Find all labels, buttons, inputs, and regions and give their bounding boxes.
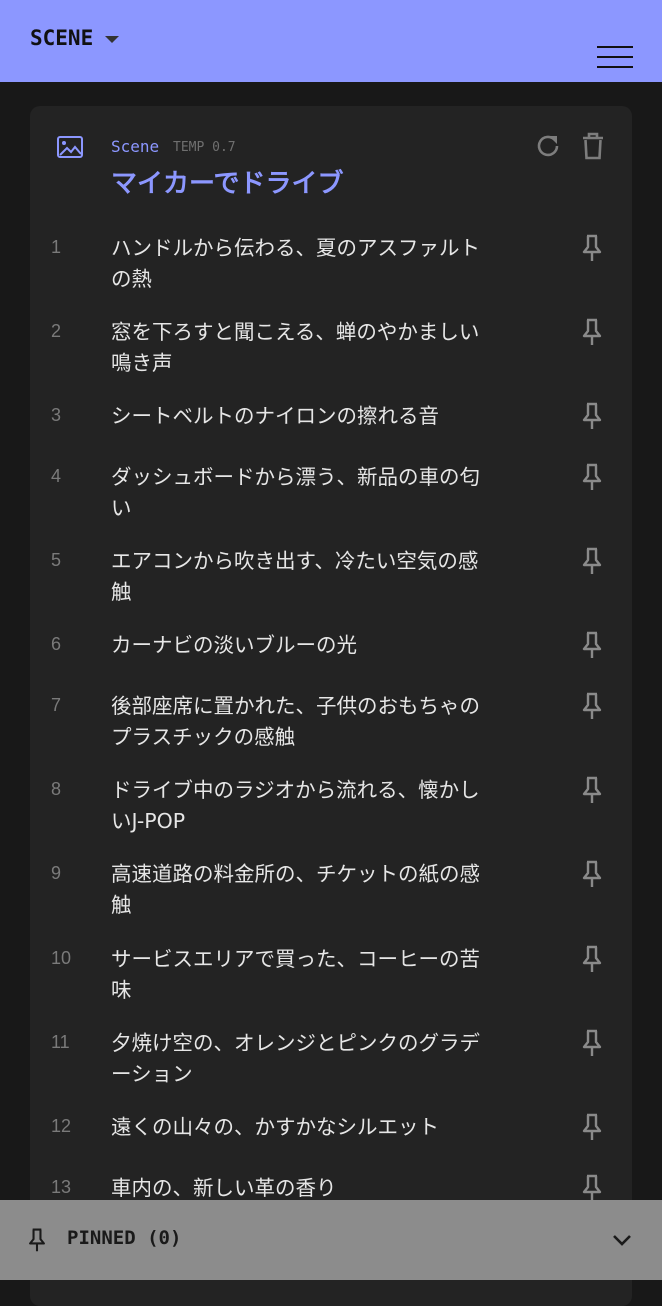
top-bar: SCENE bbox=[0, 0, 662, 82]
pin-icon bbox=[29, 1228, 45, 1252]
pin-icon[interactable] bbox=[577, 401, 607, 431]
pin-icon[interactable] bbox=[577, 944, 607, 974]
trash-icon[interactable] bbox=[578, 131, 608, 161]
scene-dropdown[interactable]: SCENE bbox=[30, 26, 120, 50]
pin-icon[interactable] bbox=[577, 546, 607, 576]
item-number: 4 bbox=[51, 466, 62, 486]
item-text: 夕焼け空の、オレンジとピンクのグラデーション bbox=[111, 1031, 480, 1086]
pinned-count-label: PINNED (0) bbox=[67, 1227, 182, 1249]
item-text: ダッシュボードから漂う、新品の車の匂い bbox=[111, 465, 480, 520]
item-number: 6 bbox=[51, 634, 62, 654]
pin-icon[interactable] bbox=[577, 233, 607, 263]
item-text: 遠くの山々の、かすかなシルエット bbox=[111, 1115, 439, 1139]
item-number: 5 bbox=[51, 550, 62, 570]
chevron-down-icon bbox=[613, 1235, 631, 1246]
pin-icon[interactable] bbox=[577, 630, 607, 660]
pin-icon[interactable] bbox=[577, 1173, 607, 1203]
pin-icon[interactable] bbox=[577, 775, 607, 805]
item-number: 9 bbox=[51, 863, 62, 883]
pin-icon[interactable] bbox=[577, 691, 607, 721]
item-text: シートベルトのナイロンの擦れる音 bbox=[111, 404, 439, 428]
item-number: 2 bbox=[51, 321, 62, 341]
item-text: エアコンから吹き出す、冷たい空気の感触 bbox=[111, 549, 479, 604]
pin-icon[interactable] bbox=[577, 1112, 607, 1142]
item-number: 8 bbox=[51, 779, 62, 799]
item-number: 11 bbox=[51, 1032, 70, 1052]
refresh-icon[interactable] bbox=[533, 131, 563, 161]
pin-icon[interactable] bbox=[577, 859, 607, 889]
item-number: 10 bbox=[51, 948, 72, 968]
item-number: 13 bbox=[51, 1177, 72, 1197]
item-text: サービスエリアで買った、コーヒーの苦味 bbox=[111, 947, 480, 1002]
pin-icon[interactable] bbox=[577, 317, 607, 347]
pin-icon[interactable] bbox=[577, 462, 607, 492]
app-title: SCENE bbox=[30, 26, 94, 50]
caret-down-icon bbox=[105, 35, 120, 43]
pinned-panel-toggle[interactable]: PINNED (0) bbox=[0, 1200, 662, 1280]
item-number: 3 bbox=[51, 405, 62, 425]
item-number: 7 bbox=[51, 695, 62, 715]
item-number: 12 bbox=[51, 1116, 72, 1136]
scene-title: マイカーでドライブ bbox=[111, 169, 344, 199]
item-text: 高速道路の料金所の、チケットの紙の感触 bbox=[111, 862, 480, 917]
item-text: 窓を下ろすと聞こえる、蝉のやかましい鳴き声 bbox=[111, 320, 480, 375]
item-text: 後部座席に置かれた、子供のおもちゃのプラスチックの感触 bbox=[111, 694, 480, 749]
item-text: ドライブ中のラジオから流れる、懐かしいJ-POP bbox=[111, 778, 480, 833]
item-number: 1 bbox=[51, 237, 62, 257]
temperature-label: TEMP 0.7 bbox=[173, 140, 236, 155]
scene-kind-label: Scene bbox=[111, 137, 160, 156]
item-text: ハンドルから伝わる、夏のアスファルトの熱 bbox=[111, 236, 480, 291]
item-text: カーナビの淡いブルーの光 bbox=[111, 633, 357, 657]
pin-icon[interactable] bbox=[577, 1028, 607, 1058]
image-icon bbox=[57, 136, 83, 158]
hamburger-menu-icon[interactable] bbox=[597, 46, 633, 70]
